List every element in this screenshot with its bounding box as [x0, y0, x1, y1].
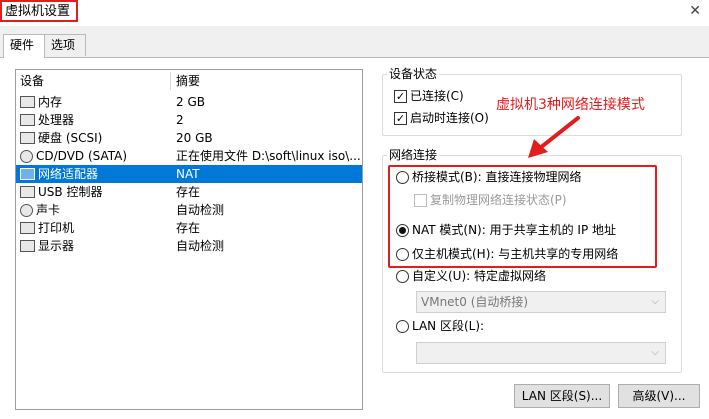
tab-hardware[interactable]: 硬件: [3, 34, 45, 58]
nat-radio[interactable]: NAT 模式(N): 用于共享主机的 IP 地址: [396, 222, 616, 238]
cd-dvd-icon: [20, 149, 33, 163]
lan-segment-label: LAN 区段(L):: [412, 319, 485, 333]
custom-label: 自定义(U): 特定虚拟网络: [412, 269, 547, 283]
connect-at-power-on-checkbox[interactable]: ✓ 启动时连接(O): [394, 110, 489, 126]
device-name: 声卡: [36, 203, 61, 217]
title-bar: 虚拟机设置 ✕: [0, 0, 709, 26]
chevron-down-icon: ⌵: [651, 296, 659, 307]
device-name: 网络适配器: [38, 167, 99, 181]
device-summary: 20 GB: [176, 131, 213, 145]
replicate-state-label: 复制物理网络连接状态(P): [430, 193, 567, 207]
lan-segments-button[interactable]: LAN 区段(S)...: [514, 384, 610, 408]
device-row[interactable]: 显示器 自动检测: [16, 237, 362, 255]
device-row[interactable]: 打印机 存在: [16, 219, 362, 237]
checkbox-icon: [414, 193, 427, 207]
check-icon: ✓: [394, 111, 407, 125]
sound-card-icon: [20, 203, 33, 217]
network-connection-legend: 网络连接: [387, 148, 440, 162]
printer-icon: [20, 222, 35, 234]
device-row[interactable]: 内存 2 GB: [16, 93, 362, 111]
device-list-header: 设备 摘要: [16, 72, 362, 90]
annotation-arrow-icon: [528, 116, 580, 158]
radio-selected-icon: [396, 223, 409, 237]
device-name: 处理器: [38, 113, 75, 127]
device-status-legend: 设备状态: [387, 67, 440, 81]
host-only-label: 仅主机模式(H): 与主机共享的专用网络: [412, 247, 619, 261]
connected-checkbox[interactable]: ✓ 已连接(C): [394, 88, 464, 104]
column-divider[interactable]: [170, 72, 171, 90]
tab-options[interactable]: 选项: [44, 34, 86, 56]
device-name: 打印机: [38, 221, 75, 235]
device-summary: 自动检测: [176, 203, 225, 217]
device-summary: 存在: [176, 221, 201, 235]
check-icon: ✓: [394, 89, 407, 103]
chevron-down-icon: ⌵: [651, 347, 659, 358]
memory-icon: [20, 96, 35, 108]
device-row[interactable]: USB 控制器 存在: [16, 183, 362, 201]
lan-segment-radio[interactable]: LAN 区段(L):: [396, 318, 484, 334]
vmnet-select-value: VMnet0 (自动桥接): [421, 295, 529, 309]
display-icon: [20, 240, 35, 252]
radio-icon: [396, 170, 409, 184]
connect-at-power-on-label: 启动时连接(O): [410, 111, 489, 125]
device-summary: 2 GB: [176, 95, 205, 109]
header-summary[interactable]: 摘要: [176, 72, 200, 90]
radio-icon: [396, 319, 409, 333]
radio-icon: [396, 269, 409, 283]
device-summary: NAT: [176, 167, 200, 181]
device-row[interactable]: 硬盘 (SCSI) 20 GB: [16, 129, 362, 147]
device-row[interactable]: 声卡 自动检测: [16, 201, 362, 219]
window-title: 虚拟机设置: [0, 0, 79, 22]
device-row[interactable]: CD/DVD (SATA) 正在使用文件 D:\soft\linux iso\.…: [16, 147, 362, 165]
device-row-selected[interactable]: 网络适配器 NAT: [16, 165, 362, 183]
device-summary: 存在: [176, 185, 201, 199]
device-summary: 正在使用文件 D:\soft\linux iso\...: [176, 149, 361, 163]
annotation-text: 虚拟机3种网络连接模式: [496, 97, 645, 113]
radio-icon: [396, 247, 409, 261]
vmnet-select[interactable]: VMnet0 (自动桥接) ⌵: [416, 291, 666, 313]
device-name: 内存: [38, 95, 63, 109]
close-icon[interactable]: ✕: [689, 3, 701, 19]
usb-icon: [20, 186, 35, 198]
device-summary: 2: [176, 113, 184, 127]
device-name: CD/DVD (SATA): [36, 149, 128, 163]
device-name: 显示器: [38, 239, 75, 253]
bridged-label: 桥接模式(B): 直接连接物理网络: [412, 170, 582, 184]
host-only-radio[interactable]: 仅主机模式(H): 与主机共享的专用网络: [396, 246, 618, 262]
device-name: 硬盘 (SCSI): [38, 131, 103, 145]
network-adapter-icon: [20, 168, 35, 180]
processor-icon: [20, 114, 35, 126]
custom-radio[interactable]: 自定义(U): 特定虚拟网络: [396, 268, 546, 284]
lan-segment-select[interactable]: ⌵: [416, 342, 666, 364]
connected-label: 已连接(C): [410, 89, 464, 103]
bridged-radio[interactable]: 桥接模式(B): 直接连接物理网络: [396, 169, 581, 185]
device-summary: 自动检测: [176, 239, 225, 253]
hard-disk-icon: [20, 132, 35, 144]
device-list[interactable]: 设备 摘要 内存 2 GB 处理器 2 硬盘 (SCSI) 20 GB CD/D…: [15, 69, 363, 410]
header-device[interactable]: 设备: [20, 72, 44, 90]
device-name: USB 控制器: [38, 185, 103, 199]
nat-label: NAT 模式(N): 用于共享主机的 IP 地址: [412, 223, 617, 237]
network-connection-group: [382, 155, 682, 373]
device-row[interactable]: 处理器 2: [16, 111, 362, 129]
replicate-state-checkbox[interactable]: 复制物理网络连接状态(P): [414, 192, 567, 208]
advanced-button[interactable]: 高级(V)...: [618, 384, 700, 408]
